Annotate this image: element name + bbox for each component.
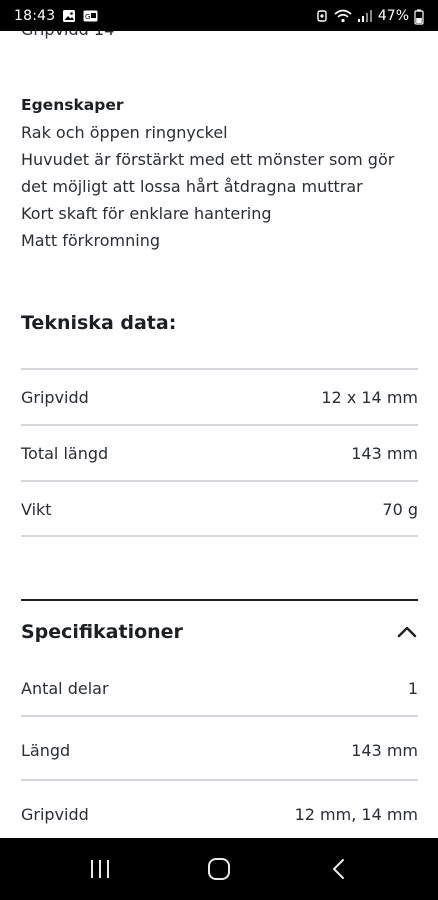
divider xyxy=(21,535,418,537)
tech-data-title: Tekniska data: xyxy=(21,312,177,334)
tech-row: Total längd 143 mm xyxy=(21,426,418,481)
divider xyxy=(21,715,418,717)
recents-icon[interactable] xyxy=(76,845,124,893)
cut-off-text: Gripvidd 14 xyxy=(21,31,114,39)
properties-line: Rak och öppen ringnyckel xyxy=(21,123,228,142)
tech-row-label: Total längd xyxy=(21,444,109,463)
properties-line: Matt förkromning xyxy=(21,231,160,250)
battery-icon xyxy=(414,9,424,25)
tech-row-label: Gripvidd xyxy=(21,388,89,407)
spec-row: Gripvidd 12 mm, 14 mm xyxy=(21,787,418,838)
spec-row-value: 1 xyxy=(407,679,418,698)
chevron-up-icon[interactable] xyxy=(396,621,418,643)
spec-row-value: 143 mm xyxy=(351,741,418,760)
home-icon[interactable] xyxy=(195,845,243,893)
svg-text:G: G xyxy=(85,13,90,21)
navigation-bar xyxy=(0,838,438,900)
tech-row-value: 70 g xyxy=(382,500,418,519)
specifications-title: Specifikationer xyxy=(21,621,183,643)
spec-row-label: Längd xyxy=(21,741,71,760)
product-details[interactable]: Gripvidd 14 Egenskaper Rak och öppen rin… xyxy=(0,31,438,838)
spec-row: Antal delar 1 xyxy=(21,661,418,716)
spec-row-label: Gripvidd xyxy=(21,805,89,824)
spec-row-label: Antal delar xyxy=(21,679,109,698)
tech-row-value: 143 mm xyxy=(351,444,418,463)
status-bar: 18:43 G 47% xyxy=(0,0,438,31)
spec-row-value: 12 mm, 14 mm xyxy=(294,805,418,824)
notification-icon: G xyxy=(83,9,98,23)
spec-row: Längd 143 mm xyxy=(21,723,418,778)
tech-row: Gripvidd 12 x 14 mm xyxy=(21,370,418,425)
alarm-icon xyxy=(315,9,329,23)
properties-line: Huvudet är förstärkt med ett mönster som… xyxy=(21,150,395,169)
specifications-toggle[interactable]: Specifikationer xyxy=(21,600,418,664)
properties-line: Kort skaft för enklare hantering xyxy=(21,204,272,223)
tech-row: Vikt 70 g xyxy=(21,482,418,537)
divider xyxy=(21,779,418,781)
back-icon[interactable] xyxy=(314,845,362,893)
properties-section: Egenskaper Rak och öppen ringnyckel Huvu… xyxy=(21,92,421,254)
battery-percent: 47% xyxy=(377,7,409,24)
properties-title: Egenskaper xyxy=(21,96,124,114)
status-time: 18:43 xyxy=(14,7,56,24)
tech-row-label: Vikt xyxy=(21,500,52,519)
properties-line: det möjligt att lossa hårt åtdragna mutt… xyxy=(21,177,363,196)
wifi-icon xyxy=(334,9,352,23)
tech-row-value: 12 x 14 mm xyxy=(321,388,418,407)
gallery-icon xyxy=(62,9,76,23)
signal-icon xyxy=(357,9,373,23)
